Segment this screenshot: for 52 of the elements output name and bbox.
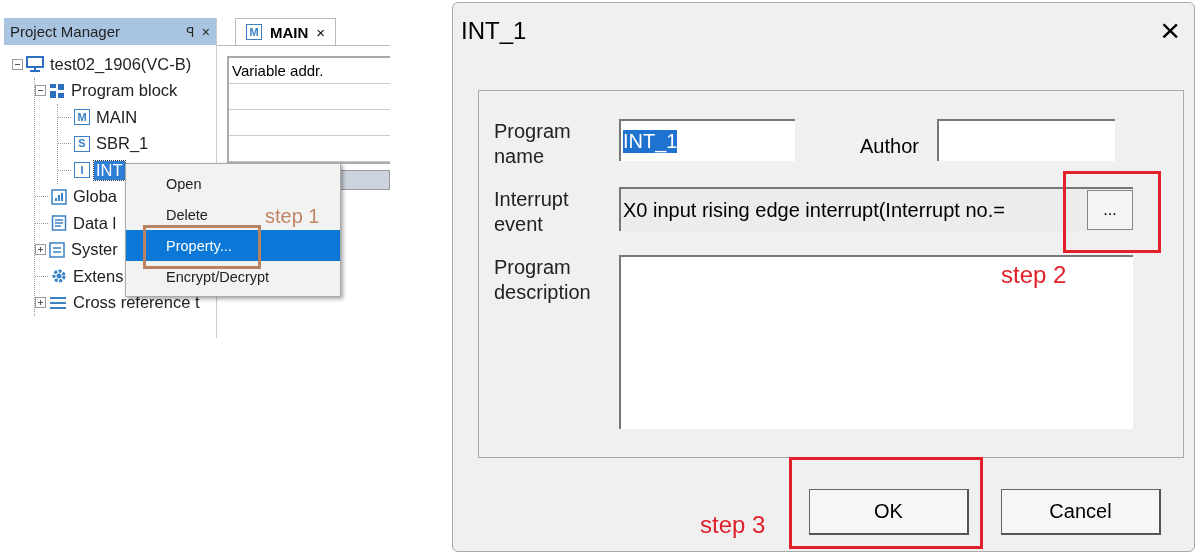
program-icon: I	[74, 162, 90, 179]
close-tab-button[interactable]: ×	[316, 23, 326, 41]
interrupt-event-field[interactable]: X0 input rising edge interrupt(Interrupt no.= ...	[619, 187, 1133, 231]
gear-icon	[51, 268, 67, 285]
pin-button[interactable]: ꟼ	[185, 22, 194, 41]
tree-item[interactable]: Data l	[71, 213, 119, 233]
field-label: Interrupt event	[494, 187, 570, 237]
tree-item[interactable]: MAIN	[94, 107, 140, 127]
program-name-field[interactable]: INT_1	[619, 119, 795, 161]
collapse-toggle[interactable]	[12, 58, 23, 70]
author-field[interactable]	[936, 119, 1115, 161]
tab-label: MAIN	[270, 23, 309, 41]
panel-icon	[49, 241, 65, 258]
field-label: Program name	[494, 119, 572, 169]
browse-button[interactable]: ...	[1087, 190, 1133, 230]
menu-item[interactable]: Property...	[126, 230, 340, 261]
program-icon: S	[74, 135, 90, 152]
blocks-icon	[49, 82, 65, 99]
column-header: Variable addr.	[229, 58, 390, 84]
tree-item[interactable]: Extens	[71, 266, 126, 286]
menu-item[interactable]: Encrypt/Decrypt	[166, 261, 270, 292]
menu-item[interactable]: Delete	[166, 199, 208, 230]
tree-item[interactable]: test02_1906(VC-B)	[48, 54, 194, 74]
step-label: step 2	[1001, 261, 1067, 289]
program-icon: M	[246, 24, 262, 40]
dialog-title: INT_1	[461, 16, 528, 45]
bar-chart-icon	[51, 188, 67, 205]
document-icon	[51, 215, 67, 232]
step-label: step 1	[265, 205, 320, 228]
menu-item[interactable]: Open	[166, 168, 202, 199]
ok-button[interactable]: OK	[809, 489, 969, 535]
collapse-toggle[interactable]	[35, 85, 46, 97]
close-button[interactable]: ×	[1154, 11, 1186, 50]
expand-toggle[interactable]	[35, 244, 46, 256]
panel-title: Project Manager	[10, 23, 122, 40]
tree-item[interactable]: INT	[94, 160, 125, 180]
description-field[interactable]	[619, 255, 1133, 429]
computer-icon	[26, 56, 44, 73]
list-icon	[49, 294, 67, 311]
program-icon: M	[74, 109, 90, 126]
field-label: Program description	[494, 255, 592, 305]
tree-item[interactable]: SBR_1	[94, 134, 151, 154]
tree-item[interactable]: Program block	[69, 81, 180, 101]
expand-toggle[interactable]	[35, 297, 46, 309]
tree-item[interactable]: Cross reference t	[71, 293, 202, 313]
cancel-button[interactable]: Cancel	[1001, 489, 1161, 535]
tree-item[interactable]: Syster	[69, 240, 120, 260]
close-button[interactable]: ×	[201, 23, 210, 40]
tree-item[interactable]: Globa	[71, 187, 120, 207]
field-label: Author	[860, 135, 919, 158]
editor-tab[interactable]: M MAIN ×	[235, 18, 337, 45]
step-label: step 3	[700, 511, 766, 539]
